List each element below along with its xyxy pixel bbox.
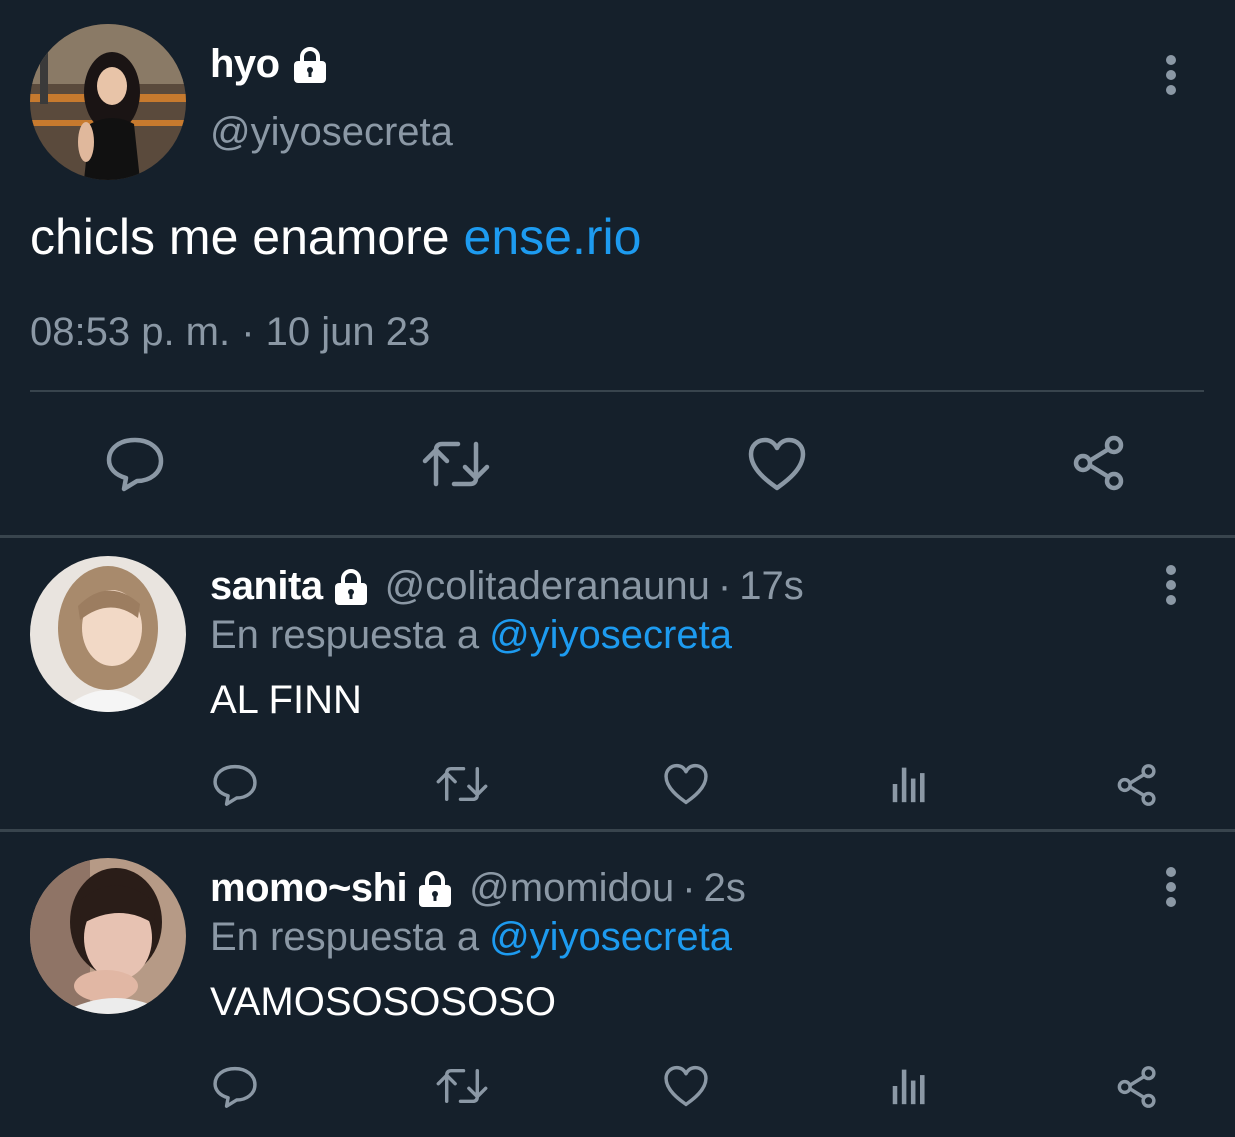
tweet-link[interactable]: ense.rio: [464, 209, 642, 265]
share-icon[interactable]: [1114, 762, 1160, 808]
mention-link[interactable]: @yiyosecreta: [489, 915, 732, 959]
relative-time[interactable]: 17s: [739, 564, 804, 609]
heart-icon[interactable]: [663, 1064, 709, 1108]
reply-icon[interactable]: [105, 434, 165, 494]
tweet-text-body: chicls me enamore: [30, 209, 450, 265]
reply-text: AL FINN: [210, 678, 362, 722]
replying-to-label: En respuesta a: [210, 915, 480, 959]
stats-icon[interactable]: [890, 764, 930, 804]
reply-icon[interactable]: [212, 1064, 258, 1110]
heart-icon[interactable]: [747, 436, 807, 492]
heart-icon[interactable]: [663, 762, 709, 806]
more-vertical-icon[interactable]: [1158, 54, 1184, 96]
share-icon[interactable]: [1069, 433, 1129, 493]
retweet-icon[interactable]: [436, 1064, 488, 1108]
username[interactable]: @momidou: [469, 866, 674, 911]
separator-dot: ·: [717, 564, 732, 608]
mention-link[interactable]: @yiyosecreta: [489, 613, 732, 657]
replying-to: En respuesta a @yiyosecreta: [210, 915, 732, 960]
more-vertical-icon[interactable]: [1158, 866, 1184, 908]
avatar[interactable]: [30, 24, 186, 180]
username[interactable]: @colitaderanaunu: [385, 564, 710, 609]
reply-tweet[interactable]: momo~shi @momidou · 2s En respuesta a @yi…: [0, 840, 1235, 1130]
relative-time[interactable]: 2s: [704, 866, 746, 911]
main-tweet: hyo @yiyosecreta chicls me enamore ense.…: [0, 0, 1235, 536]
display-name[interactable]: hyo: [210, 42, 280, 87]
reply-icon[interactable]: [212, 762, 258, 808]
avatar[interactable]: [30, 556, 186, 712]
stats-icon[interactable]: [890, 1066, 930, 1106]
lock-icon: [415, 869, 455, 909]
retweet-icon[interactable]: [436, 762, 488, 806]
display-name[interactable]: momo~shi: [210, 866, 408, 911]
retweet-icon[interactable]: [422, 436, 490, 492]
lock-icon: [331, 567, 371, 607]
reply-tweet[interactable]: sanita @colitaderanaunu · 17s En respues…: [0, 538, 1235, 828]
replying-to: En respuesta a @yiyosecreta: [210, 613, 732, 658]
display-name[interactable]: sanita: [210, 564, 323, 609]
divider: [30, 390, 1204, 392]
username[interactable]: @yiyosecreta: [210, 110, 453, 155]
tweet-text: chicls me enamore ense.rio: [30, 208, 641, 266]
divider: [0, 829, 1235, 832]
more-vertical-icon[interactable]: [1158, 564, 1184, 606]
replying-to-label: En respuesta a: [210, 613, 480, 657]
separator-dot: ·: [682, 866, 696, 910]
tweet-timestamp[interactable]: 08:53 p. m. · 10 jun 23: [30, 310, 430, 355]
avatar[interactable]: [30, 858, 186, 1014]
lock-icon: [290, 45, 330, 85]
reply-text: VAMOSOSOSOSO: [210, 980, 556, 1024]
share-icon[interactable]: [1114, 1064, 1160, 1110]
